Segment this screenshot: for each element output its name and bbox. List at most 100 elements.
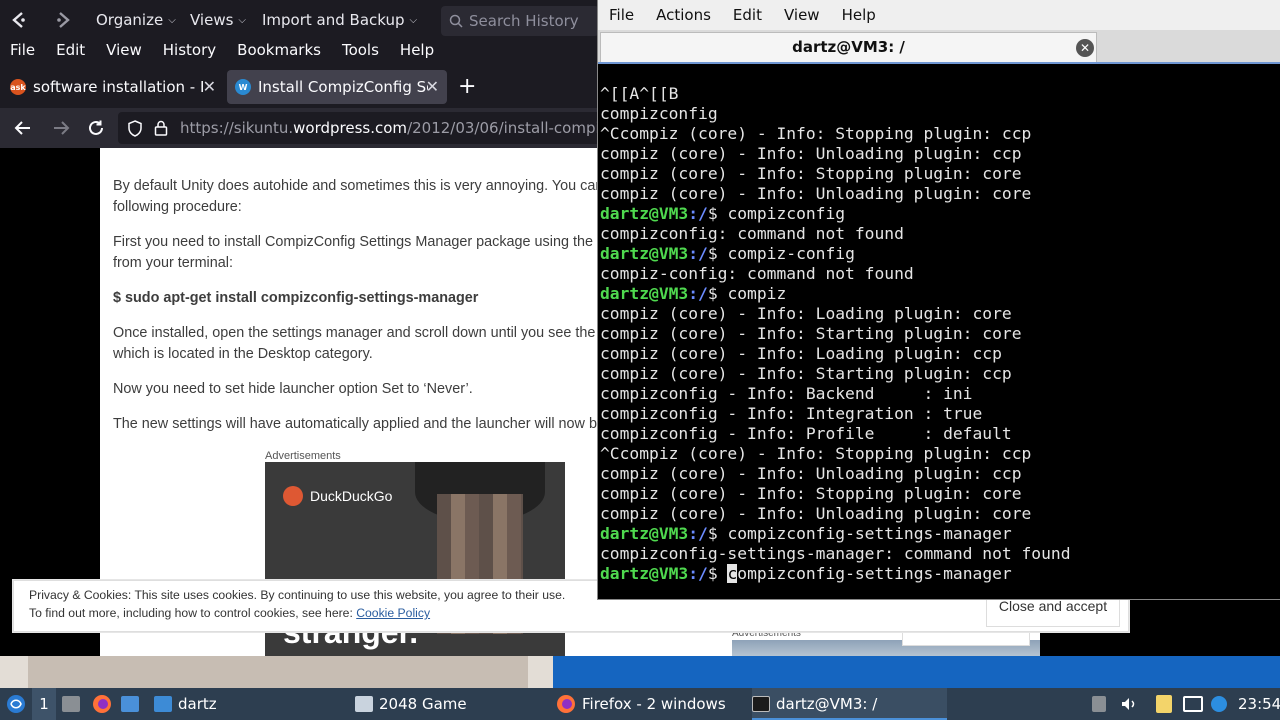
task-label: 2048 Game	[379, 695, 467, 713]
organize-label: Organize	[96, 11, 164, 29]
menu-edit[interactable]: Edit	[46, 36, 96, 64]
prompt-path: :/	[688, 204, 708, 223]
article-paragraph: By default Unity does autohide and somet…	[113, 178, 615, 194]
terminal-line: compizconfig	[600, 104, 718, 123]
cookie-text-2: To find out more, including how to contr…	[29, 606, 430, 620]
url-bar[interactable]: https://sikuntu.wordpress.com/2012/03/06…	[118, 112, 600, 144]
cookie-text: Privacy & Cookies: This site uses cookie…	[29, 588, 566, 602]
eject-icon[interactable]	[1092, 688, 1106, 720]
workspace-switcher[interactable]: 1	[32, 688, 56, 720]
views-menu[interactable]: Views ⌵	[190, 6, 246, 34]
search-placeholder: Search History	[469, 12, 579, 30]
library-forward-icon[interactable]	[48, 6, 78, 34]
article-paragraph: from your terminal:	[113, 255, 233, 271]
term-menu-edit[interactable]: Edit	[722, 0, 773, 30]
prompt-user: dartz@VM3	[600, 244, 689, 263]
terminal-line: compiz (core) - Info: Stopping plugin: c…	[600, 484, 1022, 503]
firefox-launcher-icon[interactable]	[92, 688, 112, 720]
task-dartz[interactable]: dartz	[154, 688, 217, 720]
term-menu-view[interactable]: View	[773, 0, 831, 30]
task-2048-game[interactable]: 2048 Game	[355, 688, 467, 720]
terminal-window[interactable]: File Actions Edit View Help dartz@VM3: /…	[597, 0, 1280, 600]
ad-brand: DuckDuckGo	[310, 488, 393, 504]
forward-arrow-icon[interactable]	[48, 116, 74, 140]
terminal-line: dartz@VM3:/$ compiz-config	[600, 244, 1280, 264]
prompt-user: dartz@VM3	[600, 284, 689, 303]
article-command: $ sudo apt-get install compizconfig-sett…	[113, 290, 479, 306]
duckduckgo-logo: DuckDuckGo	[283, 486, 392, 506]
menu-file[interactable]: File	[0, 36, 46, 64]
cookie-policy-link[interactable]: Cookie Policy	[356, 606, 430, 620]
terminal-line: compiz (core) - Info: Unloading plugin: …	[600, 464, 1022, 483]
url-domain: wordpress.com	[293, 119, 408, 137]
term-menu-help[interactable]: Help	[831, 0, 887, 30]
tab-strip: ask software installation - Ho ✕ W Insta…	[0, 64, 600, 108]
clipboard-icon[interactable]	[1156, 688, 1172, 720]
command-text: compizconfig-settings-manager	[727, 524, 1012, 543]
terminal-line: compizconfig - Info: Profile : default	[600, 424, 1012, 443]
close-tab-icon[interactable]: ✕	[426, 77, 439, 96]
back-arrow-icon[interactable]	[10, 116, 36, 140]
tab-install-compizconfig[interactable]: W Install CompizConfig Setti ✕	[227, 70, 447, 104]
update-notifier-icon[interactable]	[1211, 688, 1227, 720]
term-menu-file[interactable]: File	[598, 0, 645, 30]
lock-icon[interactable]	[154, 120, 168, 136]
prompt-path: :/	[688, 524, 708, 543]
close-icon[interactable]: ✕	[1076, 39, 1094, 57]
start-menu-icon[interactable]	[6, 688, 26, 720]
reload-icon[interactable]	[83, 116, 109, 140]
network-icon[interactable]	[1183, 688, 1203, 720]
prompt-symbol: $	[707, 564, 728, 583]
prompt-symbol: $	[707, 204, 728, 223]
terminal-tab-title: dartz@VM3: /	[792, 38, 905, 56]
shield-icon[interactable]	[127, 120, 143, 137]
terminal-tab[interactable]: dartz@VM3: / ✕	[600, 32, 1097, 62]
import-backup-menu[interactable]: Import and Backup ⌵	[262, 6, 417, 34]
volume-icon[interactable]	[1120, 688, 1138, 720]
task-label: dartz@VM3: /	[776, 695, 878, 713]
close-tab-icon[interactable]: ✕	[203, 77, 216, 96]
terminal-line: compizconfig-settings-manager: command n…	[600, 544, 1071, 563]
article-paragraph: The new settings will have automatically…	[113, 416, 613, 432]
menu-help[interactable]: Help	[390, 36, 445, 64]
task-firefox[interactable]: Firefox - 2 windows	[556, 688, 726, 720]
chevron-down-icon: ⌵	[238, 14, 247, 26]
menu-bookmarks[interactable]: Bookmarks	[227, 36, 332, 64]
tab-title: software installation - Ho	[33, 78, 203, 96]
show-desktop-icon[interactable]	[62, 688, 80, 720]
command-text: compizconfig	[727, 204, 846, 223]
askubuntu-favicon-icon: ask	[10, 79, 26, 95]
prompt-user: dartz@VM3	[600, 204, 689, 223]
command-input-text[interactable]: ompizconfig-settings-manager	[737, 564, 1011, 583]
file-manager-launcher-icon[interactable]	[121, 688, 139, 720]
menu-history[interactable]: History	[153, 36, 227, 64]
menu-tools[interactable]: Tools	[332, 36, 390, 64]
terminal-line: compizconfig - Info: Backend : ini	[600, 384, 973, 403]
search-history-input[interactable]: Search History	[441, 6, 599, 36]
term-menu-actions[interactable]: Actions	[645, 0, 722, 30]
terminal-line: compiz (core) - Info: Starting plugin: c…	[600, 364, 1012, 383]
library-back-icon[interactable]	[4, 6, 34, 34]
task-label: Firefox - 2 windows	[582, 695, 726, 713]
folder-icon	[154, 696, 172, 712]
tab-title: Install CompizConfig Setti	[258, 78, 428, 96]
terminal-line: compiz (core) - Info: Unloading plugin: …	[600, 504, 1032, 523]
clock[interactable]: 23:54	[1238, 688, 1280, 720]
ads-label: Advertisements	[265, 450, 341, 462]
taskbar: 1 dartz 2048 Game Firefox - 2 windows da…	[0, 688, 1280, 720]
organize-menu[interactable]: Organize ⌵	[96, 6, 176, 34]
new-tab-icon[interactable]: +	[458, 74, 476, 99]
terminal-icon	[752, 696, 770, 712]
chevron-down-icon: ⌵	[409, 14, 418, 26]
duck-icon	[283, 486, 303, 506]
url-path: /2012/03/06/install-compizco	[407, 119, 600, 137]
terminal-line: ^Ccompiz (core) - Info: Stopping plugin:…	[600, 124, 1032, 143]
terminal-tab-bar: dartz@VM3: / ✕	[598, 30, 1280, 64]
menu-view[interactable]: View	[96, 36, 153, 64]
terminal-output[interactable]: ^[[A^[[B compizconfig ^Ccompiz (core) - In…	[600, 84, 1280, 594]
prompt-symbol: $	[707, 244, 728, 263]
task-terminal[interactable]: dartz@VM3: /	[752, 688, 947, 720]
prompt-path: :/	[688, 564, 708, 583]
tab-software-installation[interactable]: ask software installation - Ho ✕	[2, 70, 224, 104]
article-paragraph: Now you need to set hide launcher option…	[113, 381, 473, 397]
